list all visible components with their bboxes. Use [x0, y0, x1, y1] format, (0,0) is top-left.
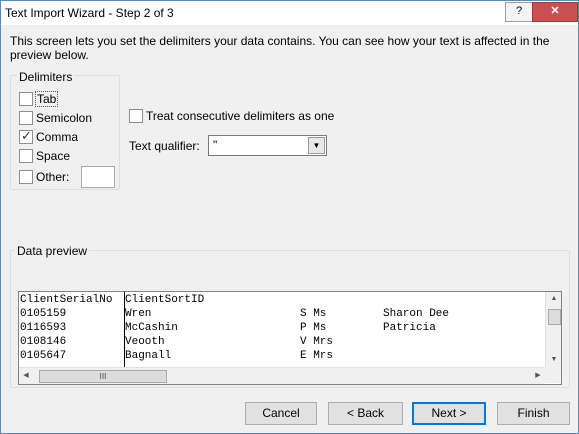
preview-cell: McCashin — [125, 322, 178, 334]
chevron-down-icon[interactable]: ▼ — [308, 137, 325, 154]
preview-cell: 0105159 — [20, 308, 67, 320]
check-mark-icon: ✓ — [21, 128, 32, 143]
scroll-left-arrow-icon[interactable]: ◀ — [19, 368, 33, 384]
comma-checkbox-box[interactable]: ✓ — [19, 128, 33, 144]
preview-cell: Veooth — [125, 336, 165, 348]
preview-row: 0108146 Veooth V Mrs — [19, 334, 545, 348]
preview-cell: ClientSerialNo — [20, 294, 113, 306]
preview-cell: E Mrs — [300, 350, 334, 362]
space-checkbox-box[interactable] — [19, 149, 33, 163]
other-checkbox-label[interactable]: Other: — [36, 170, 69, 184]
preview-row: ClientSerialNo ClientSortID — [19, 292, 545, 306]
preview-row: 0105159 Wren S Ms Sharon Dee — [19, 306, 545, 320]
finish-button[interactable]: Finish — [497, 402, 570, 425]
preview-cell: S Ms — [300, 308, 327, 320]
text-qualifier-select[interactable]: " ▼ — [208, 135, 327, 156]
preview-cell: 0116593 — [20, 322, 67, 334]
back-button[interactable]: < Back — [328, 402, 403, 425]
preview-cell: P Ms — [300, 322, 327, 334]
preview-row: 0116593 McCashin P Ms Patricia — [19, 320, 545, 334]
step-description: This screen lets you set the delimiters … — [10, 34, 550, 62]
next-button[interactable]: Next > — [412, 402, 486, 425]
delimiters-group-label: Delimiters — [17, 70, 75, 84]
column-break-line[interactable] — [124, 292, 125, 367]
other-checkbox-box[interactable] — [19, 170, 33, 184]
scroll-right-arrow-icon[interactable]: ▶ — [531, 368, 545, 384]
preview-vertical-scrollbar[interactable]: ▲ ▼ — [545, 292, 561, 367]
help-button[interactable]: ? — [505, 2, 533, 22]
data-preview-grid: ClientSerialNo ClientSortID 0105159 Wren… — [19, 292, 545, 367]
preview-cell: 0108146 — [20, 336, 67, 348]
preview-cell: Patricia — [383, 322, 436, 334]
preview-row: 0105647 Bagnall E Mrs — [19, 348, 545, 362]
scrollbar-corner — [545, 367, 561, 383]
text-qualifier-label: Text qualifier: — [129, 139, 200, 153]
horizontal-scroll-thumb[interactable]: III — [39, 370, 167, 383]
consecutive-checkbox-label[interactable]: Treat consecutive delimiters as one — [146, 109, 334, 123]
data-preview-label: Data preview — [15, 244, 90, 258]
close-button[interactable]: ✕ — [532, 2, 578, 22]
semicolon-checkbox-box[interactable] — [19, 111, 33, 125]
other-delimiter-input[interactable] — [81, 166, 115, 188]
tab-checkbox-label[interactable]: Tab — [35, 91, 59, 107]
preview-cell: Bagnall — [125, 350, 172, 362]
cancel-button[interactable]: Cancel — [245, 402, 317, 425]
preview-cell: ClientSortID — [125, 294, 205, 306]
vertical-scroll-thumb[interactable] — [548, 309, 561, 325]
scroll-down-arrow-icon[interactable]: ▼ — [546, 353, 561, 367]
text-import-wizard-window: Text Import Wizard - Step 2 of 3 ? ✕ Thi… — [0, 0, 579, 434]
space-checkbox-label[interactable]: Space — [36, 149, 70, 163]
preview-cell: 0105647 — [20, 350, 67, 362]
consecutive-checkbox-box[interactable] — [129, 109, 143, 123]
preview-cell: Sharon Dee — [383, 308, 450, 320]
preview-cell: Wren — [125, 308, 152, 320]
comma-checkbox-label[interactable]: Comma — [36, 130, 78, 144]
title-bar: Text Import Wizard - Step 2 of 3 ? ✕ — [1, 1, 578, 25]
tab-checkbox-box[interactable] — [19, 92, 33, 106]
preview-cell: V Mrs — [300, 336, 334, 348]
semicolon-checkbox-label[interactable]: Semicolon — [36, 111, 92, 125]
scroll-up-arrow-icon[interactable]: ▲ — [546, 292, 561, 306]
data-preview-box[interactable]: ClientSerialNo ClientSortID 0105159 Wren… — [18, 291, 562, 385]
window-title: Text Import Wizard - Step 2 of 3 — [5, 6, 174, 20]
text-qualifier-value: " — [213, 138, 218, 152]
preview-horizontal-scrollbar[interactable]: ◀ III ▶ — [19, 367, 545, 384]
